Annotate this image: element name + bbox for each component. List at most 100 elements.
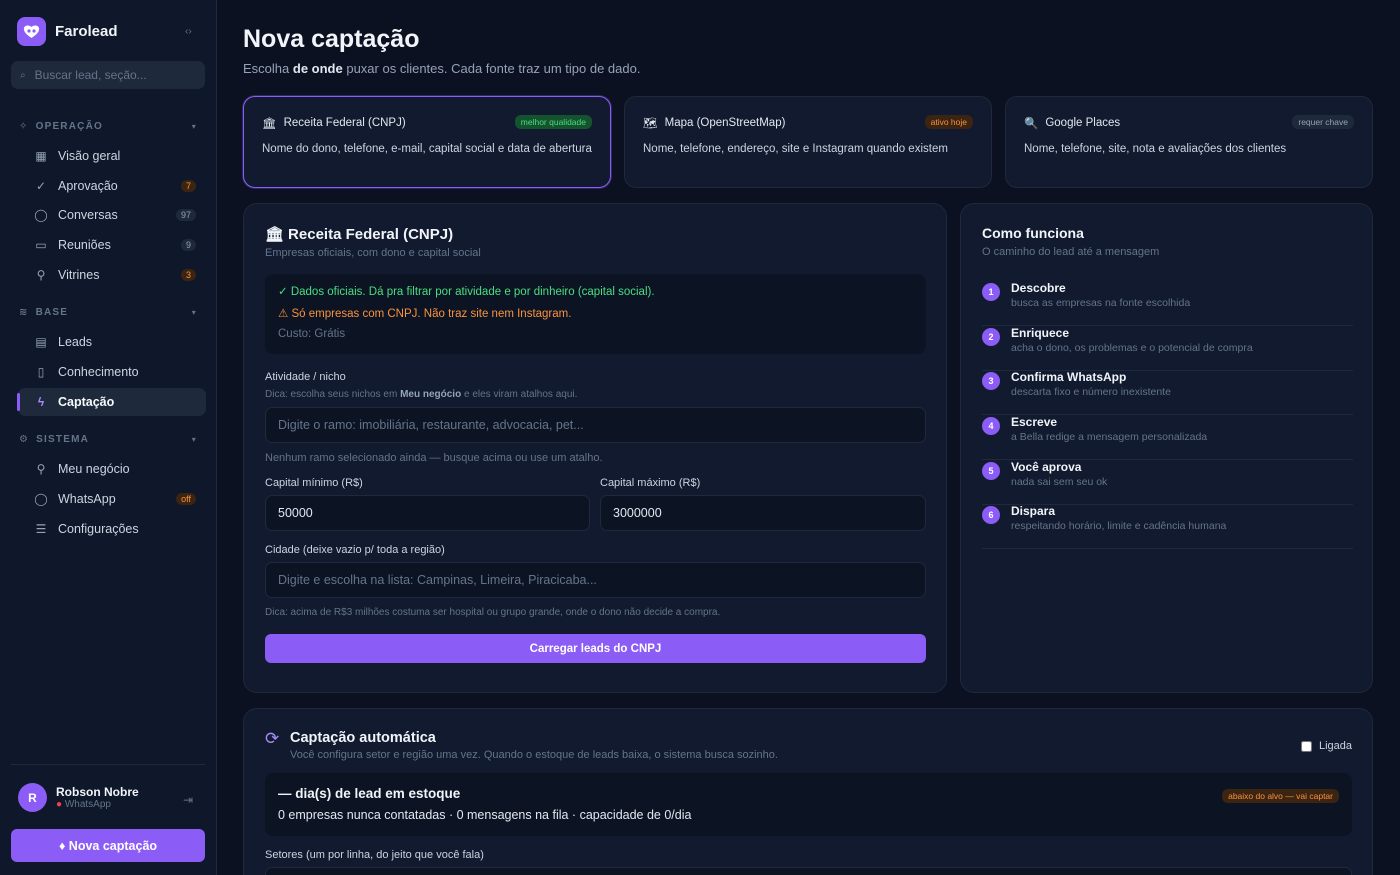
step-item: 3 Confirma WhatsApp descarta fixo e núme… bbox=[982, 370, 1353, 415]
cnpj-form-panel: 🏛 Receita Federal (CNPJ) Empresas oficia… bbox=[243, 203, 947, 693]
subtitle-bold: de onde bbox=[292, 61, 343, 76]
user-name: Robson Nobre bbox=[56, 785, 139, 799]
whatsapp-icon: ◯ bbox=[34, 492, 48, 506]
step-title: Você aprova bbox=[1011, 460, 1082, 474]
nova-captacao-button[interactable]: ♦ Nova captação bbox=[11, 829, 205, 862]
user-profile[interactable]: R Robson Nobre ● WhatsApp bbox=[18, 783, 139, 812]
count-badge: 9 bbox=[180, 239, 196, 251]
source-desc: Nome, telefone, site, nota e avaliações … bbox=[1024, 143, 1287, 155]
cap-max-input[interactable] bbox=[600, 495, 926, 531]
brand-logo-icon bbox=[17, 17, 46, 46]
count-badge: 3 bbox=[180, 269, 196, 281]
source-name: Receita Federal (CNPJ) bbox=[283, 117, 406, 129]
atividade-hint: Dica: escolha seus nichos em Meu negócio… bbox=[265, 389, 577, 400]
sidebar-item-conversas[interactable]: ◯ Conversas 97 bbox=[18, 201, 206, 229]
sidebar-item-label: Conversas bbox=[58, 208, 118, 222]
brand[interactable]: Farolead bbox=[17, 17, 118, 46]
sidebar-item-conhecimento[interactable]: ▯ Conhecimento bbox=[18, 358, 206, 386]
magnifier-icon: 🔍 bbox=[1024, 118, 1039, 130]
sidebar-item-visao-geral[interactable]: ▦ Visão geral bbox=[18, 142, 206, 170]
form-title-text: Receita Federal (CNPJ) bbox=[288, 225, 454, 243]
grid-icon: ▦ bbox=[35, 149, 47, 163]
source-card-google[interactable]: 🔍 Google Places requer chave Nome, telef… bbox=[1005, 96, 1373, 188]
source-card-cnpj[interactable]: 🏛 Receita Federal (CNPJ) melhor qualidad… bbox=[243, 96, 611, 188]
status-badge: abaixo do alvo — vai captar bbox=[1222, 789, 1339, 803]
step-desc: acha o dono, os problemas e o potencial … bbox=[1011, 342, 1253, 354]
sidebar-item-vitrines[interactable]: ⚲ Vitrines 3 bbox=[18, 261, 206, 289]
atividade-label: Atividade / nicho bbox=[265, 371, 346, 383]
sidebar-item-reunioes[interactable]: ▭ Reuniões 9 bbox=[18, 231, 206, 259]
source-name: Google Places bbox=[1045, 117, 1121, 129]
auto-toggle-checkbox[interactable] bbox=[1300, 740, 1312, 752]
page-title: Nova captação bbox=[243, 25, 420, 53]
sidebar-item-captacao[interactable]: ϟ Captação bbox=[17, 388, 206, 416]
how-it-works-panel: Como funciona O caminho do lead até a me… bbox=[960, 203, 1373, 693]
sidebar-item-label: Leads bbox=[58, 335, 93, 349]
stock-desc: 0 empresas nunca contatadas · 0 mensagen… bbox=[278, 808, 692, 822]
cap-min-label: Capital mínimo (R$) bbox=[265, 477, 363, 489]
bank-icon: 🏛 bbox=[262, 118, 277, 130]
step-number: 2 bbox=[982, 328, 1000, 346]
atividade-input[interactable] bbox=[265, 407, 926, 443]
chevron-down-icon: ▾ bbox=[191, 122, 197, 131]
search-input[interactable] bbox=[34, 68, 195, 82]
auto-toggle[interactable]: Ligada bbox=[1300, 740, 1352, 752]
sidebar-item-aprovacao[interactable]: ✓ Aprovação 7 bbox=[18, 172, 206, 200]
hint-text: Dica: escolha seus nichos em bbox=[265, 389, 398, 400]
chevron-down-icon: ▾ bbox=[191, 435, 197, 444]
sidebar-item-meu-negocio[interactable]: ⚲ Meu negócio bbox=[18, 455, 206, 483]
step-number: 1 bbox=[982, 283, 1000, 301]
source-name: Mapa (OpenStreetMap) bbox=[664, 117, 786, 129]
lightning-icon: ϟ bbox=[37, 395, 45, 409]
step-desc: descarta fixo e número inexistente bbox=[1011, 386, 1171, 398]
pin-icon: ⚲ bbox=[36, 462, 46, 476]
logout-icon[interactable]: ⇥ bbox=[183, 793, 193, 807]
step-number: 6 bbox=[982, 506, 1000, 524]
subtitle-text: Escolha bbox=[243, 61, 290, 76]
how-subtitle: O caminho do lead até a mensagem bbox=[982, 246, 1160, 258]
step-number: 4 bbox=[982, 417, 1000, 435]
sidebar-item-label: Visão geral bbox=[58, 149, 121, 163]
calendar-icon: ▭ bbox=[35, 238, 47, 252]
auto-title: Captação automática bbox=[290, 730, 436, 746]
count-badge: 97 bbox=[175, 209, 196, 221]
source-card-mapa[interactable]: 🗺 Mapa (OpenStreetMap) ativo hoje Nome, … bbox=[624, 96, 992, 188]
section-label: BASE bbox=[35, 307, 69, 318]
sidebar-search[interactable]: ⌕ bbox=[11, 61, 205, 89]
cidade-input[interactable] bbox=[265, 562, 926, 598]
subtitle-text: puxar os clientes. Cada fonte traz um ti… bbox=[346, 61, 641, 76]
section-label: SISTEMA bbox=[36, 434, 90, 445]
bank-icon: 🏛 bbox=[265, 226, 285, 243]
source-desc: Nome, telefone, endereço, site e Instagr… bbox=[643, 143, 948, 155]
section-operacao[interactable]: ✧ OPERAÇÃO ▾ bbox=[19, 121, 197, 132]
sidebar-item-configuracoes[interactable]: ☰ Configurações bbox=[18, 515, 206, 543]
sidebar-item-label: Aprovação bbox=[58, 179, 118, 193]
sidebar-item-whatsapp[interactable]: ◯ WhatsApp off bbox=[18, 485, 206, 513]
brand-name: Farolead bbox=[55, 23, 118, 40]
page-subtitle: Escolha de onde puxar os clientes. Cada … bbox=[243, 61, 640, 76]
cidade-hint: Dica: acima de R$3 milhões costuma ser h… bbox=[265, 607, 721, 618]
sidebar-item-label: Captação bbox=[58, 395, 115, 409]
avatar: R bbox=[18, 783, 47, 812]
check-icon: ✓ bbox=[35, 179, 47, 193]
sidebar-item-leads[interactable]: ▤ Leads bbox=[18, 328, 206, 356]
step-desc: respeitando horário, limite e cadência h… bbox=[1011, 520, 1227, 532]
status-badge: off bbox=[176, 493, 196, 505]
step-desc: busca as empresas na fonte escolhida bbox=[1011, 297, 1191, 309]
form-subtitle: Empresas oficiais, com dono e capital so… bbox=[265, 247, 481, 259]
sidebar-item-label: Conhecimento bbox=[58, 365, 139, 379]
setores-textarea[interactable] bbox=[265, 867, 1352, 875]
section-base[interactable]: ≋ BASE ▾ bbox=[19, 307, 197, 318]
collapse-sidebar-icon[interactable]: ‹› bbox=[185, 26, 192, 37]
layers-icon: ≋ bbox=[19, 307, 29, 318]
setores-label: Setores (um por linha, do jeito que você… bbox=[265, 849, 484, 861]
load-leads-button[interactable]: Carregar leads do CNPJ bbox=[265, 634, 926, 663]
step-title: Descobre bbox=[1011, 281, 1066, 295]
hint-text: e eles viram atalhos aqui. bbox=[463, 389, 578, 400]
atividade-empty: Nenhum ramo selecionado ainda — busque a… bbox=[265, 452, 603, 464]
how-title: Como funciona bbox=[982, 225, 1084, 241]
section-sistema[interactable]: ⚙ SISTEMA ▾ bbox=[19, 434, 197, 445]
pin-icon: ⚲ bbox=[36, 268, 46, 282]
cap-min-input[interactable] bbox=[265, 495, 590, 531]
operacao-icon: ✧ bbox=[19, 121, 29, 132]
